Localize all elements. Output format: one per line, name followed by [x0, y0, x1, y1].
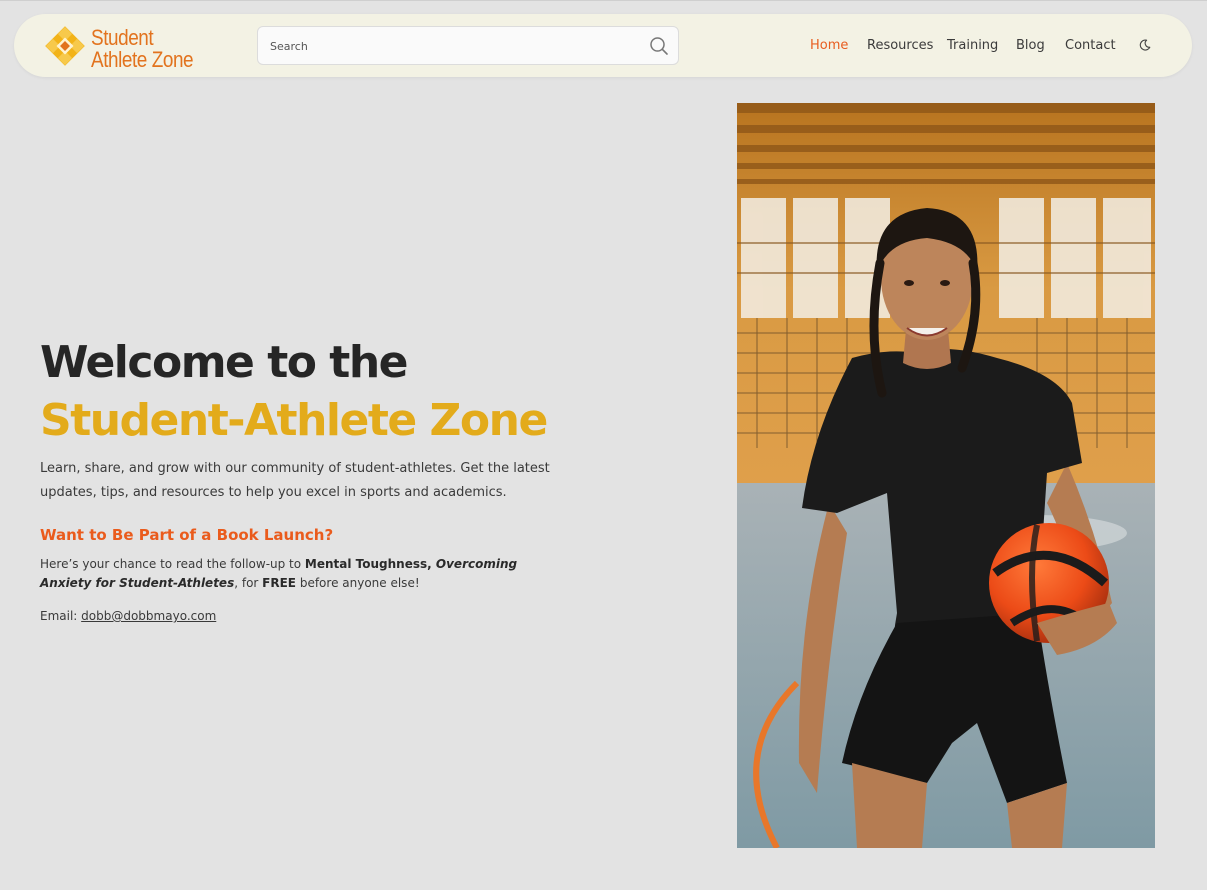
logo-text: Student Athlete Zone [91, 27, 194, 72]
free-label: FREE [262, 576, 297, 590]
promo-text-part3: before anyone else! [296, 576, 420, 590]
hero-title-line2: Student-Athlete Zone [40, 395, 548, 446]
logo-diamond-icon [45, 26, 85, 66]
book-title: Mental Toughness [304, 557, 428, 571]
top-border [0, 0, 1207, 1]
hero-title-line1: Welcome to the [40, 337, 408, 388]
email-label: Email: [40, 609, 82, 623]
hero-image-volleyball-player [737, 103, 1155, 848]
promo-separator: , [427, 557, 436, 571]
book-launch-heading: Want to Be Part of a Book Launch? [40, 526, 334, 544]
nav-resources[interactable]: Resources [867, 38, 933, 53]
hero-title: Welcome to the Student-Athlete Zone [40, 334, 548, 450]
nav-home[interactable]: Home [810, 38, 848, 53]
logo-line2: Athlete Zone [91, 47, 194, 72]
nav-blog[interactable]: Blog [1016, 38, 1045, 53]
moon-icon[interactable] [1138, 38, 1152, 52]
promo-text-part1: Here’s your chance to read the follow-up… [40, 557, 305, 571]
search-input[interactable] [270, 36, 630, 56]
contact-email: Email: dobb@dobbmayo.com [40, 607, 216, 625]
site-logo[interactable]: Student Athlete Zone [40, 21, 210, 71]
book-launch-text: Here’s your chance to read the follow-up… [40, 555, 570, 593]
promo-text-part2: , for [234, 576, 263, 590]
hero-intro: Learn, share, and grow with our communit… [40, 461, 550, 500]
search-icon[interactable] [649, 36, 669, 56]
search-box [257, 26, 679, 65]
nav-training[interactable]: Training [947, 38, 998, 53]
header: Student Athlete Zone Home Resources Trai… [14, 14, 1192, 77]
email-link[interactable]: dobb@dobbmayo.com [81, 609, 216, 623]
hero-photo-illustration [737, 103, 1155, 848]
nav-contact[interactable]: Contact [1065, 38, 1116, 53]
